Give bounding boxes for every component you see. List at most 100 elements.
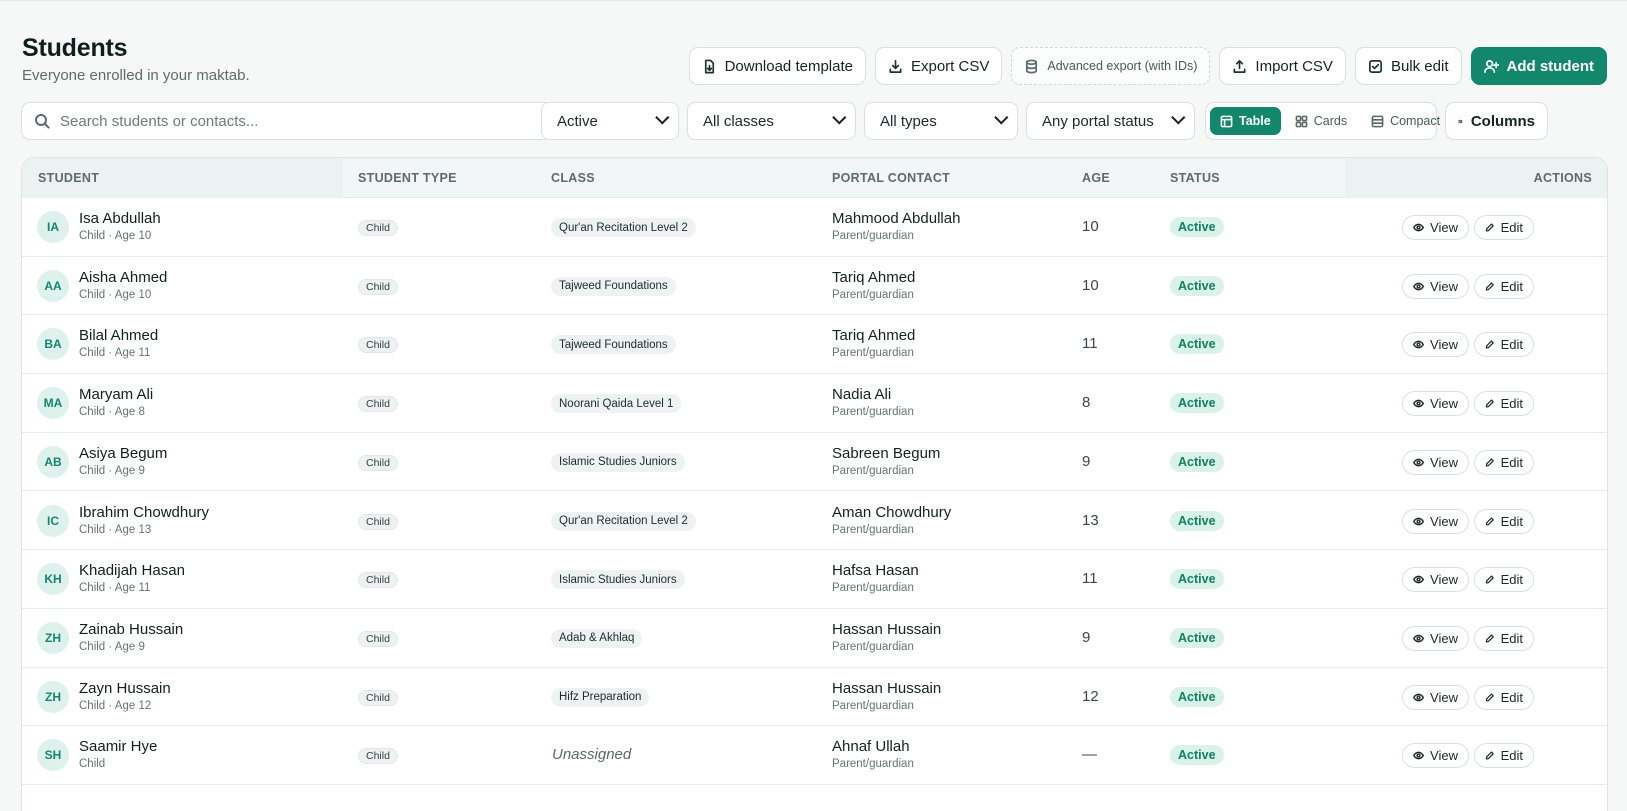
edit-label: Edit [1500,572,1523,588]
header-portal-contact[interactable]: PORTAL CONTACT [832,171,950,185]
student-name[interactable]: Bilal Ahmed [79,327,158,344]
header-student-type[interactable]: STUDENT TYPE [358,171,457,185]
student-name[interactable]: Aisha Ahmed [79,269,167,286]
download-template-button[interactable]: Download template [688,47,866,85]
student-name[interactable]: Khadijah Hasan [79,562,185,579]
table-row[interactable]: IC Ibrahim Chowdhury Child · Age 13 Child Qu… [22,492,1607,551]
header-class[interactable]: CLASS [551,171,595,185]
pencil-icon [1485,399,1494,408]
status-badge: Active [1170,334,1224,355]
view-cards-toggle[interactable]: Cards [1285,107,1357,135]
table-row[interactable]: AB Asiya Begum Child · Age 9 Child Islamic S… [22,433,1607,492]
header-age[interactable]: AGE [1082,171,1110,185]
class-filter-select[interactable]: All classes [687,102,856,140]
portal-contact-name: Hassan Hussain [832,620,942,638]
download-icon [889,59,902,73]
bulk-edit-button[interactable]: Bulk edit [1354,47,1462,85]
student-name[interactable]: Maryam Ali [79,386,153,403]
export-csv-button[interactable]: Export CSV [874,47,1003,85]
pencil-icon [1485,340,1494,349]
age-value: 8 [1082,394,1091,412]
edit-button[interactable]: Edit [1474,332,1534,358]
edit-button[interactable]: Edit [1474,273,1534,299]
table-row[interactable]: ZH Zayn Hussain Child · Age 12 Child Hifz Pr… [22,668,1607,727]
view-label: View [1430,513,1458,529]
view-button[interactable]: View [1402,625,1469,651]
view-button[interactable]: View [1402,391,1469,417]
edit-button[interactable]: Edit [1474,684,1534,710]
student-name[interactable]: Isa Abdullah [79,210,161,227]
view-button[interactable]: View [1402,215,1469,240]
student-type-badge: Child [358,396,398,413]
avatar: IA [37,211,69,243]
view-button[interactable]: View [1402,567,1469,593]
portal-contact-name: Hafsa Hasan [832,562,919,580]
class-badge: Noorani Qaida Level 1 [551,394,682,414]
student-name[interactable]: Saamir Hye [79,738,157,755]
view-button[interactable]: View [1402,684,1469,710]
edit-button[interactable]: Edit [1474,391,1534,417]
pencil-icon [1485,693,1494,702]
status-filter-select[interactable]: Active [541,102,679,140]
student-name[interactable]: Ibrahim Chowdhury [79,504,209,521]
chevron-down-icon [994,110,1009,125]
view-button[interactable]: View [1402,508,1469,534]
view-button[interactable]: View [1402,273,1469,299]
view-button[interactable]: View [1402,332,1469,358]
portal-contact-name: Sabreen Begum [832,444,941,462]
student-name[interactable]: Asiya Begum [79,445,167,462]
chevron-down-icon [655,110,670,125]
class-badge: Adab & Akhlaq [551,628,643,648]
status-badge: Active [1170,569,1224,590]
table-header: STUDENT STUDENT TYPE CLASS PORTAL CONTAC… [22,158,1607,198]
edit-button[interactable]: Edit [1474,449,1534,475]
user-plus-icon [1483,59,1499,73]
edit-button[interactable]: Edit [1474,743,1534,769]
edit-label: Edit [1500,278,1523,294]
student-subtitle: Child · Age 9 [79,640,145,653]
type-filter-select[interactable]: All types [864,102,1018,140]
page-title: Students [22,34,128,62]
avatar: SH [37,739,69,772]
edit-button[interactable]: Edit [1474,508,1534,534]
view-table-toggle[interactable]: Table [1210,107,1281,135]
student-name[interactable]: Zainab Hussain [79,621,183,638]
view-cards-label: Cards [1313,114,1348,128]
view-compact-toggle[interactable]: Compact [1361,107,1450,135]
table-row[interactable]: MA Maryam Ali Child · Age 8 Child Noorani Qa… [22,374,1607,433]
import-csv-button[interactable]: Import CSV [1219,47,1346,85]
table-row[interactable]: IA Isa Abdullah Child · Age 10 Child Qur'an … [22,198,1607,257]
advanced-export-button[interactable]: Advanced export (with IDs) [1011,47,1211,85]
add-student-button[interactable]: Add student [1470,47,1607,85]
columns-button[interactable]: Columns [1445,102,1548,140]
view-button[interactable]: View [1402,449,1469,475]
status-badge: Active [1170,510,1224,531]
search-input[interactable] [60,112,520,130]
student-subtitle: Child · Age 11 [79,582,151,595]
avatar: MA [37,387,69,420]
portal-filter-select[interactable]: Any portal status [1026,102,1195,140]
header-status[interactable]: STATUS [1170,171,1220,185]
table-row[interactable]: SH Saamir Hye Child Child Unassigned Ahnaf Ul… [22,726,1607,785]
student-type-badge: Child [358,278,398,295]
student-subtitle: Child · Age 8 [79,406,145,419]
type-filter-value: All types [880,112,937,130]
student-type-badge: Child [358,220,398,236]
table-row[interactable]: AA Aisha Ahmed Child · Age 10 Child Tajweed … [22,257,1607,316]
edit-button[interactable]: Edit [1474,567,1534,593]
table-row[interactable]: ZH Zainab Hussain Child · Age 9 Child Adab &… [22,609,1607,668]
edit-button[interactable]: Edit [1474,625,1534,651]
header-student[interactable]: STUDENT [38,171,99,185]
status-badge: Active [1170,217,1224,237]
student-subtitle: Child · Age 10 [79,230,152,242]
avatar: BA [37,328,69,361]
table-row[interactable]: KH Khadijah Hasan Child · Age 11 Child Islam… [22,550,1607,609]
student-type-badge: Child [358,630,398,647]
view-button[interactable]: View [1402,743,1469,769]
student-name[interactable]: Zayn Hussain [79,680,171,697]
student-subtitle: Child · Age 12 [79,699,152,712]
student-subtitle: Child · Age 11 [79,347,151,360]
edit-button[interactable]: Edit [1474,215,1534,240]
class-badge: Tajweed Foundations [551,276,676,296]
table-row[interactable]: BA Bilal Ahmed Child · Age 11 Child Tajweed … [22,315,1607,375]
